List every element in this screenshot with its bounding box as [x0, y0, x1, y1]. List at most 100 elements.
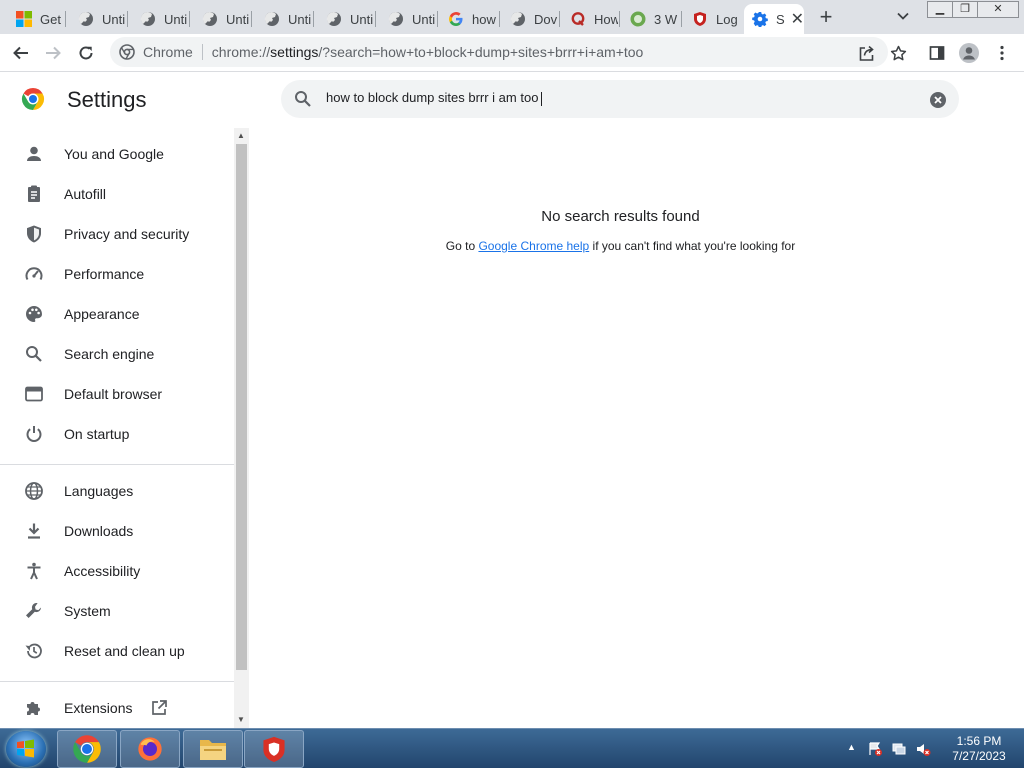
tab-title: Unti [350, 11, 374, 27]
power-icon [26, 426, 42, 442]
tab[interactable]: Get [6, 4, 66, 34]
tab[interactable]: Unti [130, 4, 190, 34]
scroll-up-arrow[interactable]: ▲ [237, 131, 245, 140]
windows-taskbar: ▲ 1:56 PM 7/27/2023 [0, 728, 1024, 768]
flag-alert-icon[interactable] [867, 741, 883, 757]
sidebar-item-downloads[interactable]: Downloads [0, 511, 234, 551]
help-text: Go to Google Chrome help if you can't fi… [445, 239, 796, 253]
profile-button[interactable] [958, 42, 980, 64]
url-text: chrome://settings/?search=how+to+block+d… [211, 44, 644, 60]
system-tray: ▲ 1:56 PM 7/27/2023 [843, 729, 1024, 769]
tab-title: S [776, 11, 785, 27]
sidebar-item-privacy-and-security[interactable]: Privacy and security [0, 214, 234, 254]
sidebar-item-languages[interactable]: Languages [0, 471, 234, 511]
taskbar-clock[interactable]: 1:56 PM 7/27/2023 [943, 734, 1015, 764]
sidebar-item-on-startup[interactable]: On startup [0, 414, 234, 454]
menu-button[interactable] [991, 42, 1013, 64]
start-button[interactable] [6, 731, 46, 767]
browser-toolbar: Chrome chrome://settings/?search=how+to+… [0, 34, 1024, 72]
forward-button[interactable] [42, 42, 64, 64]
globe-icon [202, 11, 217, 26]
tab[interactable]: Unti [378, 4, 438, 34]
sidebar-item-label: On startup [64, 426, 130, 442]
tab[interactable]: Log [682, 4, 742, 34]
bookmark-button[interactable] [887, 42, 909, 64]
chrome-icon [119, 44, 135, 60]
volume-muted-icon[interactable] [915, 741, 931, 757]
minimize-button[interactable]: ▁ [927, 1, 953, 18]
chrome-logo-icon [21, 88, 45, 110]
sidebar-item-autofill[interactable]: Autofill [0, 174, 234, 214]
tab-title: Unti [288, 11, 312, 27]
side-panel-button[interactable] [926, 42, 948, 64]
palette-icon [26, 306, 42, 322]
globe-icon [140, 11, 155, 26]
sidebar-item-extensions[interactable]: Extensions [0, 688, 234, 728]
sidebar-item-label: Autofill [64, 186, 107, 202]
sidebar-item-label: Default browser [64, 386, 163, 402]
sidebar-item-accessibility[interactable]: Accessibility [0, 551, 234, 591]
google-icon [449, 12, 463, 27]
clear-search-icon[interactable] [929, 91, 947, 109]
share-button[interactable] [855, 42, 877, 64]
globe-icon [25, 482, 43, 500]
tab-active[interactable]: S ✕ [744, 4, 804, 34]
taskbar-brave[interactable] [244, 730, 304, 768]
sidebar-item-appearance[interactable]: Appearance [0, 294, 234, 334]
tab-strip: Get Unti Unti Unti Unti Unti Unti how Do… [0, 0, 1024, 34]
chevron-down-icon[interactable] [896, 9, 910, 23]
shield-icon [27, 225, 41, 243]
tab[interactable]: Unti [316, 4, 376, 34]
open-in-new-icon [152, 700, 167, 715]
taskbar-file-explorer[interactable] [183, 730, 243, 768]
sidebar-item-search-engine[interactable]: Search engine [0, 334, 234, 374]
sidebar-item-reset-and-clean-up[interactable]: Reset and clean up [0, 631, 234, 671]
scroll-down-arrow[interactable]: ▼ [237, 715, 245, 724]
restore-button[interactable]: ❐ [952, 1, 978, 18]
sidebar-scrollbar[interactable]: ▲ ▼ [234, 128, 249, 728]
sidebar-divider [0, 681, 234, 682]
tab-title: Get [40, 11, 61, 27]
chrome-help-link[interactable]: Google Chrome help [478, 239, 589, 253]
taskbar-chrome[interactable] [57, 730, 117, 768]
site-icon [630, 11, 646, 27]
sidebar-item-default-browser[interactable]: Default browser [0, 374, 234, 414]
page-title: Settings [67, 87, 147, 112]
sidebar-item-system[interactable]: System [0, 591, 234, 631]
tab-title: How [594, 11, 618, 27]
sidebar-item-label: Search engine [64, 346, 155, 362]
sidebar-item-label: Performance [64, 266, 145, 282]
show-hidden-icons[interactable]: ▲ [847, 742, 856, 752]
site-info-chip[interactable]: Chrome [119, 44, 193, 60]
sidebar-item-performance[interactable]: Performance [0, 254, 234, 294]
windows-logo-icon [17, 739, 34, 758]
close-window-button[interactable]: ✕ [977, 1, 1019, 18]
network-icon[interactable] [891, 741, 907, 757]
shield-icon [263, 736, 285, 762]
tab-close-icon[interactable]: ✕ [791, 9, 804, 29]
scrollbar-thumb[interactable] [236, 144, 247, 670]
address-bar[interactable]: Chrome chrome://settings/?search=how+to+… [110, 37, 888, 67]
globe-icon [78, 11, 93, 26]
globe-icon [326, 11, 341, 26]
tab[interactable]: How [560, 4, 620, 34]
tab[interactable]: how [438, 4, 500, 34]
sidebar-item-label: System [64, 603, 111, 619]
tab[interactable]: Unti [254, 4, 314, 34]
new-tab-button[interactable]: + [815, 6, 837, 29]
search-input[interactable]: how to block dump sites brrr i am too [326, 90, 543, 106]
tab[interactable]: Unti [68, 4, 128, 34]
tab[interactable]: Unti [192, 4, 252, 34]
sidebar-item-you-and-google[interactable]: You and Google [0, 134, 234, 174]
reload-icon [79, 46, 93, 60]
taskbar-firefox[interactable] [120, 730, 180, 768]
arrow-left-icon [13, 46, 28, 60]
firefox-icon [138, 737, 162, 761]
tab-title: how [472, 11, 496, 27]
reload-button[interactable] [75, 42, 97, 64]
tab[interactable]: 3 W [620, 4, 682, 34]
back-button[interactable] [10, 42, 32, 64]
settings-search-field[interactable]: how to block dump sites brrr i am too [281, 80, 959, 118]
settings-header: Settings how to block dump sites brrr i … [0, 72, 1024, 128]
tab[interactable]: Dov [500, 4, 560, 34]
